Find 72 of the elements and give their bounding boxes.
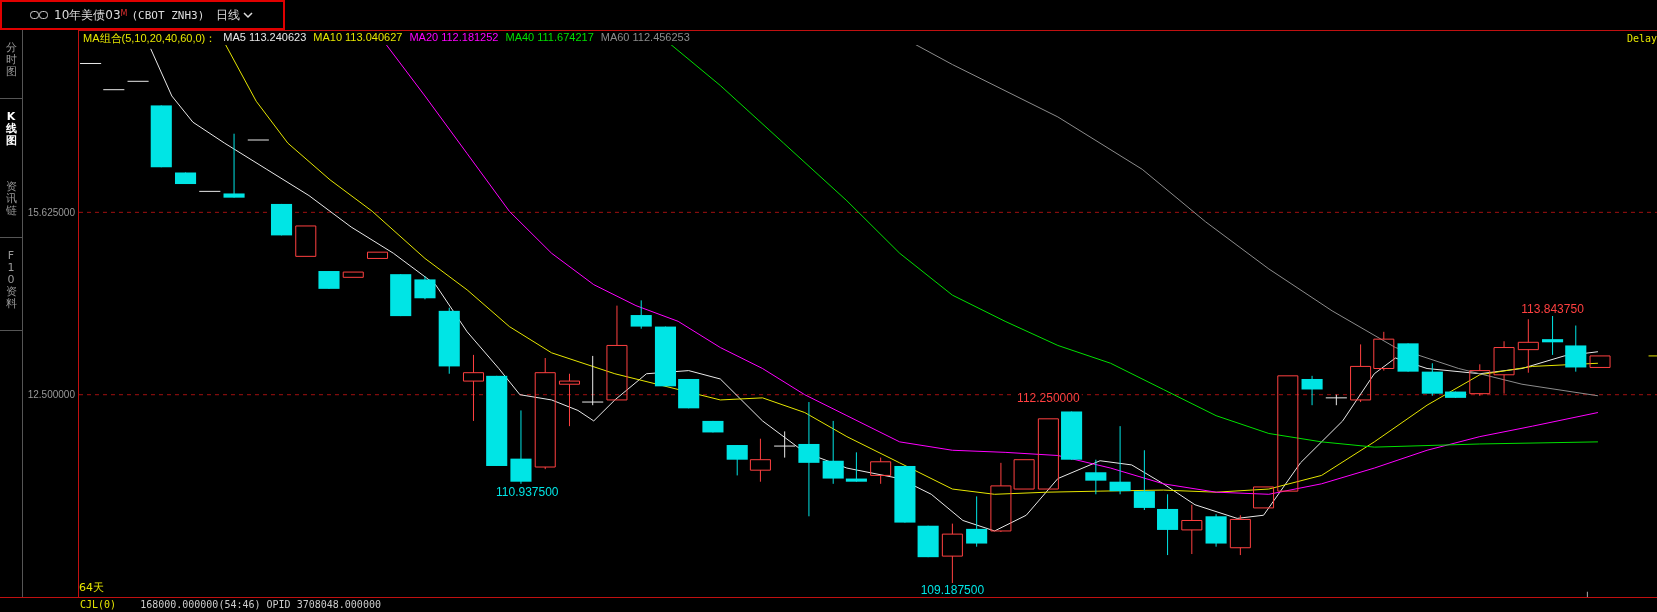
candlestick xyxy=(414,275,436,300)
candlestick xyxy=(749,438,771,483)
candlestick xyxy=(1205,513,1227,548)
candlestick xyxy=(342,271,364,278)
candlestick xyxy=(271,203,293,236)
candlestick xyxy=(223,133,245,199)
candlestick xyxy=(1133,449,1155,511)
candlestick xyxy=(1157,493,1179,556)
candlestick xyxy=(1229,514,1251,556)
candlestick xyxy=(367,251,389,259)
contract-name: 10年美债03 xyxy=(54,6,121,24)
contract-code: (CBOT ZNH3) xyxy=(131,8,205,22)
price-annotation: 112.250000 xyxy=(1015,390,1082,405)
ma-legend-item: MA5 113.240623 xyxy=(223,31,307,45)
candlestick xyxy=(1109,425,1131,495)
candlestick xyxy=(630,299,652,330)
market-mark: M xyxy=(120,9,128,18)
candlestick xyxy=(966,495,988,548)
candlestick xyxy=(1181,504,1203,555)
ma-legend-item: MA60 112.456253 xyxy=(600,31,690,45)
candlestick xyxy=(102,89,125,91)
candlestick xyxy=(198,190,221,192)
time-marker xyxy=(1586,591,1588,597)
delay-label: Delay xyxy=(1626,33,1657,44)
candlestick xyxy=(1325,394,1348,406)
price-label: 12.500000 xyxy=(27,388,75,400)
candlestick xyxy=(175,172,197,185)
candlestick xyxy=(1037,418,1059,490)
candlestick xyxy=(1493,340,1515,395)
candlestick xyxy=(870,457,892,485)
candlestick xyxy=(726,444,748,476)
candlestick xyxy=(1565,325,1587,373)
candlestick xyxy=(678,378,700,409)
candlestick xyxy=(1085,459,1107,495)
candlestick xyxy=(654,326,676,387)
candlestick xyxy=(295,225,317,257)
candlestick xyxy=(463,354,484,422)
candlestick xyxy=(1061,411,1083,461)
candlestick xyxy=(1301,375,1323,406)
candlestick xyxy=(581,355,604,406)
caret-icon xyxy=(243,11,254,19)
candlestick xyxy=(773,430,796,459)
candlestick xyxy=(390,273,412,317)
candlestick xyxy=(702,420,724,433)
ma-legend-item: MA10 113.040627 xyxy=(313,31,403,45)
ma-legend-item: MA组合(5,10,20,40,60,0)： xyxy=(83,31,217,45)
candlestick xyxy=(318,270,340,290)
candlestick xyxy=(1542,313,1564,356)
candlestick xyxy=(1445,391,1467,399)
candlestick xyxy=(1397,342,1419,373)
candlestick xyxy=(1253,486,1275,509)
indicator-values: 168000.000000(54:46) OPID 3708048.000000 xyxy=(140,598,381,612)
price-annotation: 113.843750 xyxy=(1519,301,1586,316)
price-annotation: 109.187500 xyxy=(918,582,987,597)
price-marker xyxy=(1648,355,1657,357)
candlestick xyxy=(558,373,580,427)
candlestick xyxy=(1421,362,1443,397)
candlestick xyxy=(438,307,460,375)
candlestick xyxy=(150,104,172,168)
link-icon[interactable] xyxy=(30,11,48,19)
candlestick xyxy=(1517,318,1539,374)
indicator-name: CJL(0) xyxy=(80,598,117,612)
candlestick xyxy=(79,63,102,64)
price-label: 15.625000 xyxy=(27,206,75,218)
candlestick xyxy=(1589,355,1611,368)
period-dropdown[interactable]: 日线 xyxy=(216,6,254,24)
candlestick xyxy=(247,139,270,141)
ma-legend-item: MA40 111.674217 xyxy=(505,31,594,45)
ma-legend-item: MA20 112.181252 xyxy=(409,31,499,45)
candlestick xyxy=(127,80,150,82)
bar-count: 64天 xyxy=(79,580,104,595)
candlestick xyxy=(1469,363,1491,397)
